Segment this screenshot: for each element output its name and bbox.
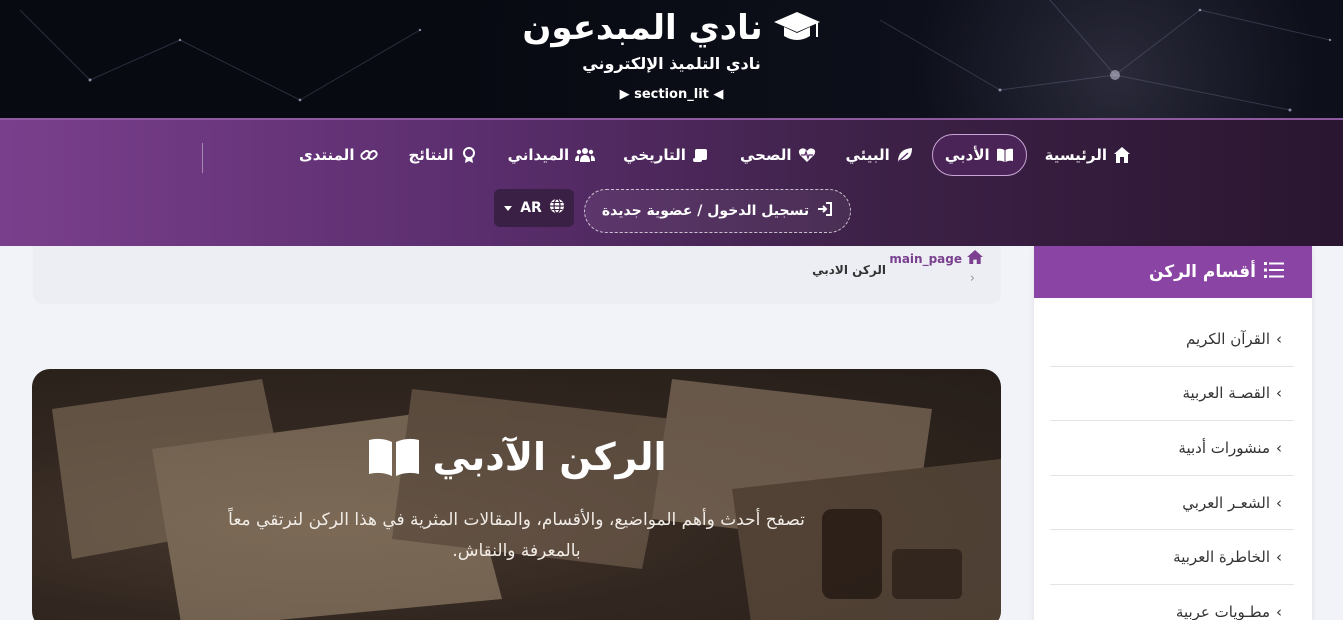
leaf-icon: [896, 146, 914, 164]
nav-item-label: المنتدى: [298, 146, 355, 164]
book-open-icon: [367, 436, 421, 478]
users-icon: [575, 146, 596, 164]
nav-item-label: الرئيسية: [1044, 146, 1107, 164]
hero-title-text: الركن الآدبي: [432, 435, 667, 479]
nav-item-home[interactable]: الرئيسية: [1033, 134, 1143, 176]
breadcrumb-current: الركن الادبي: [812, 263, 886, 277]
award-icon: [460, 146, 478, 164]
sidebar-item-label: القصـة العربية: [1182, 384, 1270, 403]
nav-item-label: الصحي: [739, 146, 792, 164]
chevron-left-icon: ‹: [1276, 384, 1282, 403]
language-label: AR: [520, 200, 542, 216]
sidebar-item-poetry[interactable]: ‹ الشعـر العربي: [1050, 476, 1294, 531]
sidebar-list: ‹ القرآن الكريم ‹ القصـة العربية ‹ منشور…: [1034, 298, 1312, 620]
hero-background-image: [52, 379, 1001, 620]
sidebar-item-label: الخاطرة العربية: [1173, 548, 1270, 567]
home-icon: [1113, 146, 1131, 164]
section-hero: الركن الآدبي تصفح أحدث وأهم المواضيع، وا…: [32, 369, 1001, 620]
site-title-text: نادي المبدعون: [522, 8, 763, 48]
section-label: ▶ section_lit ◀: [0, 87, 1343, 102]
chevron-left-icon: ‹: [1276, 493, 1282, 512]
nav-item-forum[interactable]: المنتدى: [287, 134, 391, 176]
sign-in-icon: [817, 201, 833, 221]
sidebar-item-quran[interactable]: ‹ القرآن الكريم: [1050, 312, 1294, 367]
nav-item-literary[interactable]: الأدبي: [931, 134, 1027, 176]
site-title[interactable]: نادي المبدعون: [0, 8, 1343, 48]
sidebar-item-story[interactable]: ‹ القصـة العربية: [1050, 367, 1294, 422]
link-icon: [360, 146, 379, 164]
nav-item-label: التاريخي: [623, 146, 686, 164]
chevron-left-icon: ‹: [1276, 602, 1282, 620]
nav-item-results[interactable]: النتائج: [396, 134, 489, 176]
list-icon: [1264, 261, 1284, 284]
chevron-left-icon: ‹: [1276, 438, 1282, 457]
sections-sidebar: أقسام الركن ‹ القرآن الكريم ‹ القصـة الع…: [1034, 246, 1312, 620]
sidebar-title: أقسام الركن: [1149, 262, 1256, 282]
scroll-icon: [692, 146, 710, 164]
sidebar-item-label: القرآن الكريم: [1185, 329, 1270, 348]
hero-description: تصفح أحدث وأهم المواضيع، والأقسام، والمق…: [228, 510, 805, 561]
main-navigation: الرئيسية الأدبي البيئي الصحي التاريخي ال…: [0, 118, 1343, 246]
nav-item-label: البيئي: [845, 146, 890, 164]
home-icon: [967, 250, 983, 267]
sidebar-item-brochures[interactable]: ‹ مطـويات عربية: [1050, 585, 1294, 620]
chevron-left-icon: ‹: [1276, 548, 1282, 567]
nav-item-label: النتائج: [408, 146, 454, 164]
graduation-cap-icon: [773, 10, 821, 46]
breadcrumb: main_page الركن الادبي ›: [33, 246, 1001, 304]
nav-item-field[interactable]: الميداني: [496, 134, 606, 176]
sidebar-item-reflection[interactable]: ‹ الخاطرة العربية: [1050, 530, 1294, 585]
login-register-label: تسجيل الدخول / عضوية جديدة: [601, 203, 810, 219]
nav-item-label: الأدبي: [944, 146, 990, 164]
nav-menu: الرئيسية الأدبي البيئي الصحي التاريخي ال…: [287, 134, 1143, 176]
sidebar-header: أقسام الركن: [1034, 246, 1312, 298]
language-selector[interactable]: AR: [494, 189, 574, 227]
nav-divider: [202, 143, 203, 173]
chevron-down-icon: [503, 200, 513, 216]
arrow-left-icon: ◀: [713, 87, 724, 102]
book-open-icon: [996, 146, 1014, 164]
heart-pulse-icon: [798, 146, 816, 164]
sidebar-item-publications[interactable]: ‹ منشورات أدبية: [1050, 421, 1294, 476]
sidebar-item-label: الشعـر العربي: [1182, 493, 1270, 512]
sidebar-item-label: منشورات أدبية: [1178, 438, 1270, 457]
breadcrumb-home-label: main_page: [889, 251, 962, 266]
login-register-button[interactable]: تسجيل الدخول / عضوية جديدة: [584, 189, 851, 233]
chevron-left-icon: ‹: [1276, 329, 1282, 348]
nav-item-label: الميداني: [507, 146, 570, 164]
site-subtitle: نادي التلميذ الإلكتروني: [582, 54, 761, 73]
breadcrumb-separator: ›: [969, 271, 975, 286]
nav-item-environmental[interactable]: البيئي: [834, 134, 926, 176]
hero-title: الركن الآدبي: [32, 435, 1001, 479]
nav-item-history[interactable]: التاريخي: [611, 134, 722, 176]
breadcrumb-home-link[interactable]: main_page: [889, 250, 983, 267]
nav-item-health[interactable]: الصحي: [728, 134, 828, 176]
arrow-right-icon: ▶: [619, 87, 630, 102]
sidebar-item-label: مطـويات عربية: [1175, 602, 1270, 620]
globe-icon: [549, 198, 565, 218]
site-header-banner: نادي المبدعون نادي التلميذ الإلكتروني ▶ …: [0, 0, 1343, 118]
section-label-text: section_lit: [634, 87, 709, 102]
